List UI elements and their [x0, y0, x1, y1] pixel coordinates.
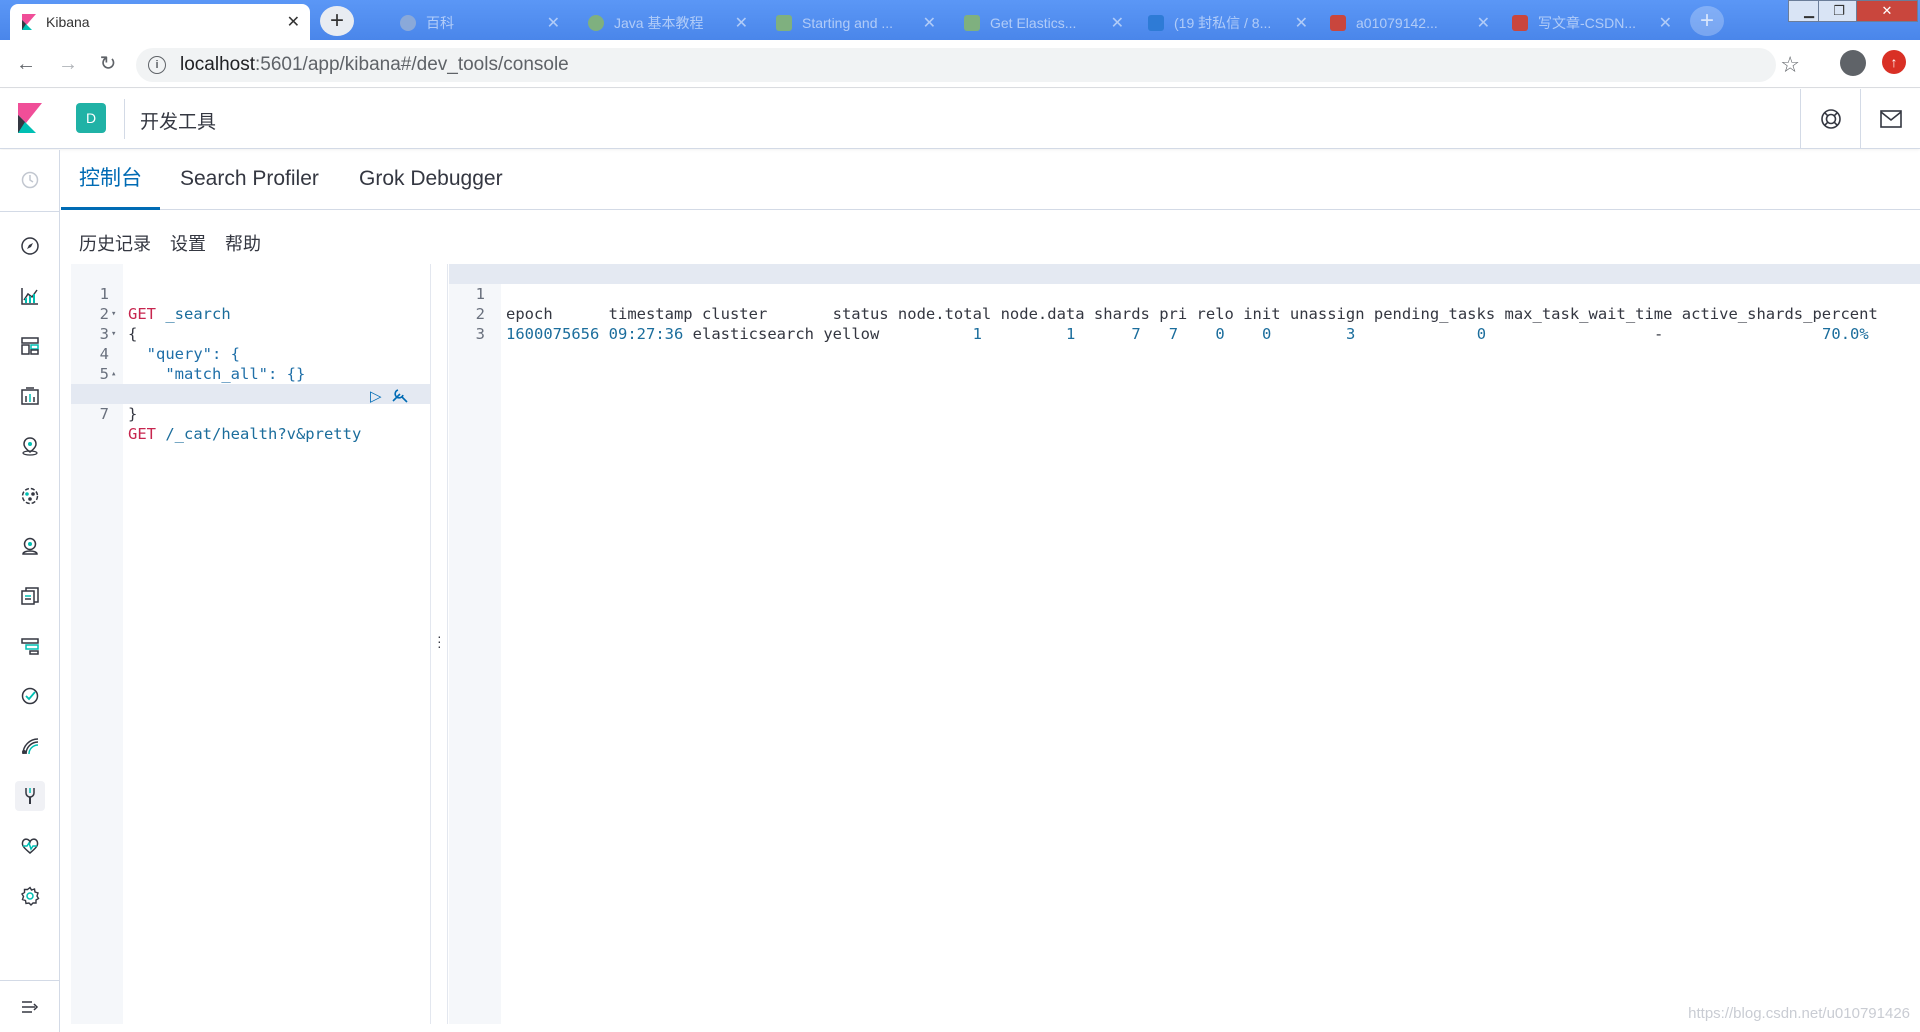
newsfeed-button[interactable] — [1860, 89, 1920, 149]
dashboard-icon[interactable] — [15, 331, 45, 361]
tab-search-profiler[interactable]: Search Profiler — [162, 150, 337, 210]
output-line: 2 1600075656 09:27:36 elasticsearch yell… — [475, 305, 1869, 343]
address-bar: ← → ↻ i localhost:5601/app/kibana#/dev_t… — [0, 40, 1920, 88]
maximize-button[interactable]: ❐ — [1818, 0, 1860, 22]
uptime-icon[interactable] — [15, 681, 45, 711]
help-link[interactable]: 帮助 — [225, 230, 261, 256]
new-tab-button-2[interactable]: + — [1690, 6, 1724, 36]
siem-icon[interactable] — [15, 731, 45, 761]
dev-tools-tabs: 控制台 Search Profiler Grok Debugger — [61, 150, 1920, 210]
logs-icon[interactable] — [15, 581, 45, 611]
pane-resizer[interactable]: · · · — [430, 264, 448, 1024]
browser-tab-title: Kibana — [46, 14, 90, 30]
forward-icon[interactable]: → — [56, 52, 80, 76]
request-editor[interactable]: 1 GET _search 2 ▾ { 3 ▾ "query": { 4 "matc… — [71, 264, 430, 1024]
browser-tab-inactive[interactable]: a01079142... ✕ — [1320, 6, 1500, 40]
browser-tab-inactive[interactable]: Java 基本教程 ✕ — [578, 6, 758, 40]
maps-icon[interactable] — [15, 431, 45, 461]
recent-icon[interactable] — [15, 165, 45, 195]
code-line: 3 ▾ "query": { — [99, 325, 240, 363]
kibana-logo-icon[interactable] — [14, 103, 44, 133]
request-actions-wrench-icon[interactable] — [390, 386, 410, 409]
new-tab-button[interactable]: + — [320, 6, 354, 36]
code-line: 2 ▾ { — [99, 305, 138, 343]
url-input[interactable]: i localhost:5601/app/kibana#/dev_tools/c… — [136, 48, 1776, 82]
page-title: 开发工具 — [140, 112, 217, 133]
nav-divider — [0, 211, 60, 212]
url-host: localhost — [180, 54, 255, 75]
site-info-icon[interactable]: i — [148, 56, 166, 74]
code-line: 4 "match_all": {} — [99, 345, 306, 383]
bookmark-star-icon[interactable]: ☆ — [1780, 52, 1800, 78]
console-menu: 历史记录 设置 帮助 — [79, 230, 261, 256]
close-tab-icon[interactable]: ✕ — [287, 12, 300, 32]
watermark: https://blog.csdn.net/u010791426 — [1688, 1005, 1910, 1022]
tab-favicon-icon — [776, 15, 792, 31]
kibana-favicon-icon — [20, 14, 36, 30]
management-icon[interactable] — [15, 881, 45, 911]
tab-grok-debugger[interactable]: Grok Debugger — [341, 150, 521, 210]
tab-favicon-icon — [1512, 15, 1528, 31]
browser-tab-inactive[interactable]: 写文章-CSDN... ✕ — [1502, 6, 1682, 40]
reload-icon[interactable]: ↻ — [96, 52, 120, 76]
header-divider — [124, 99, 125, 139]
output-gutter — [449, 264, 501, 1024]
browser-tab-inactive[interactable]: 百科 ✕ — [390, 6, 570, 40]
browser-tab-kibana[interactable]: Kibana ✕ — [10, 4, 310, 40]
tab-favicon-icon — [1148, 15, 1164, 31]
code-line: 6▴ } — [71, 364, 430, 423]
dev-tools-icon[interactable] — [15, 781, 45, 811]
profile-avatar-icon[interactable] — [1840, 50, 1866, 76]
help-button[interactable] — [1800, 89, 1860, 149]
browser-tab-inactive[interactable]: Starting and ... ✕ — [766, 6, 946, 40]
code-line: 1 GET _search — [99, 285, 231, 323]
collapse-icon[interactable] — [15, 992, 45, 1022]
send-request-icon[interactable]: ▷ — [370, 387, 382, 405]
canvas-icon[interactable] — [15, 381, 45, 411]
space-avatar[interactable]: D — [76, 103, 106, 133]
monitoring-icon[interactable] — [15, 831, 45, 861]
drag-handle-icon[interactable]: · · · — [437, 629, 442, 653]
discover-icon[interactable] — [15, 231, 45, 261]
infrastructure-icon[interactable] — [15, 531, 45, 561]
chrome-update-icon[interactable]: ↑ — [1882, 50, 1906, 74]
browser-tab-inactive[interactable]: (19 封私信 / 8... ✕ — [1138, 6, 1318, 40]
browser-tab-strip: Kibana ✕ + 百科 ✕ Java 基本教程 ✕ Starting and .… — [0, 0, 1920, 40]
response-output: 1 epoch timestamp cluster status node.to… — [449, 264, 1920, 1024]
apm-icon[interactable] — [15, 631, 45, 661]
tab-favicon-icon — [588, 15, 604, 31]
ml-icon[interactable] — [15, 481, 45, 511]
tab-favicon-icon — [964, 15, 980, 31]
mail-icon — [1879, 110, 1902, 128]
code-line: 5▴ } — [71, 344, 430, 403]
window-close-button[interactable]: ✕ — [1856, 0, 1918, 22]
nav-divider — [0, 980, 60, 981]
visualize-icon[interactable] — [15, 281, 45, 311]
url-path: :5601/app/kibana#/dev_tools/console — [255, 54, 569, 75]
browser-tab-inactive[interactable]: Get Elastics... ✕ — [954, 6, 1134, 40]
tab-console[interactable]: 控制台 — [61, 150, 160, 210]
output-line: 1 epoch timestamp cluster status node.to… — [449, 264, 1920, 323]
kibana-header: D 开发工具 — [0, 89, 1920, 149]
side-nav — [0, 150, 60, 1032]
tab-favicon-icon — [1330, 15, 1346, 31]
help-lifebuoy-icon — [1820, 109, 1841, 129]
output-line: 3 — [475, 325, 485, 343]
back-icon[interactable]: ← — [14, 52, 38, 76]
history-link[interactable]: 历史记录 — [79, 230, 151, 256]
tab-favicon-icon — [400, 15, 416, 31]
settings-link[interactable]: 设置 — [170, 230, 206, 256]
